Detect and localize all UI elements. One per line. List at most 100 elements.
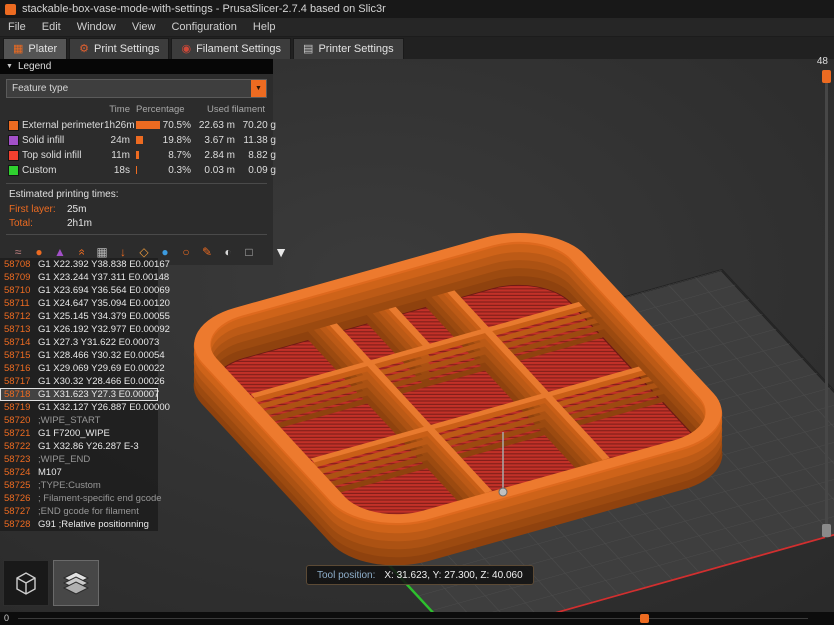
view-type-value: Feature type: [12, 83, 69, 94]
travel-icon[interactable]: ≈: [11, 245, 25, 259]
feature-filament-length: 2.84 m: [204, 150, 235, 161]
cube-icon[interactable]: □: [242, 245, 256, 259]
pause-print-icon[interactable]: ◇: [137, 245, 151, 259]
arrow-down-icon[interactable]: ▼: [273, 245, 289, 259]
legend-panel: Feature type ▼ Time Percentage Used fila…: [0, 74, 288, 265]
divider: [6, 183, 267, 184]
layer-slider-lower-handle[interactable]: [822, 524, 831, 537]
menu-item-window[interactable]: Window: [69, 18, 124, 36]
deretractions-icon[interactable]: ▲: [53, 245, 67, 259]
contrast-icon[interactable]: ◐: [221, 245, 235, 259]
gcode-line-text: G91 ;Relative positionning: [38, 519, 149, 530]
gcode-line[interactable]: 58711 G1 X24.647 Y35.094 E0.00120: [0, 297, 170, 310]
tab-print-settings[interactable]: ⚙ Print Settings: [69, 38, 170, 59]
move-slider-track[interactable]: [18, 618, 808, 619]
gcode-line-number: 58714: [4, 337, 31, 348]
gcode-line[interactable]: 58717 G1 X30.32 Y28.466 E0.00026: [0, 375, 165, 388]
editor-view-button[interactable]: [3, 560, 49, 606]
gcode-line-text: G1 X30.32 Y28.466 E0.00026: [38, 376, 165, 387]
gcode-line-text: G1 X28.466 Y30.32 E0.00054: [38, 350, 165, 361]
feature-name: External perimeter: [22, 120, 104, 131]
gcode-line-text: G1 X31.623 Y27.3 E0.00007: [38, 389, 160, 400]
gcode-line[interactable]: 58712 G1 X25.145 Y34.379 E0.00055: [0, 310, 170, 323]
gcode-line[interactable]: 58722 G1 X32.86 Y26.287 E-3: [0, 440, 158, 453]
chevron-down-icon: ▼: [255, 85, 262, 92]
feature-percentage-bar: [136, 166, 137, 175]
feature-name: Top solid infill: [22, 150, 82, 161]
seams-icon[interactable]: »: [74, 245, 88, 259]
menu-item-configuration[interactable]: Configuration: [163, 18, 244, 36]
collapse-triangle-icon: ▼: [6, 63, 13, 70]
custom-gcode-icon[interactable]: ●: [158, 245, 172, 259]
gcode-line-text: ;TYPE:Custom: [38, 480, 101, 491]
gcode-line[interactable]: 58725 ;TYPE:Custom: [0, 479, 158, 492]
gcode-line-number: 58726: [4, 493, 31, 504]
grid-icon[interactable]: ▦: [95, 245, 109, 259]
gcode-line-text: G1 X32.86 Y26.287 E-3: [38, 441, 139, 452]
gcode-line[interactable]: 58709 G1 X23.244 Y37.311 E0.00148: [0, 271, 169, 284]
feature-percentage-bar: [136, 151, 139, 160]
feature-filament-length: 3.67 m: [204, 135, 235, 146]
gcode-line[interactable]: 58720 ;WIPE_START: [0, 414, 158, 427]
gcode-line[interactable]: 58726 ; Filament-specific end gcode: [0, 492, 162, 505]
gcode-line[interactable]: 58713 G1 X26.192 Y32.977 E0.00092: [0, 323, 170, 336]
layer-slider-track[interactable]: [825, 72, 828, 538]
gcode-line[interactable]: 58723 ;WIPE_END: [0, 453, 158, 466]
gcode-line-number: 58723: [4, 454, 31, 465]
feature-filament-weight: 0.09 g: [248, 165, 276, 176]
view-type-dropdown[interactable]: Feature type ▼: [6, 79, 267, 98]
gcode-line[interactable]: 58724 M107: [0, 466, 158, 479]
gcode-line[interactable]: 58708 G1 X22.392 Y38.838 E0.00167: [0, 258, 170, 271]
feature-table-body: External perimeter 1h26m 70.5% 22.63 m 7…: [4, 118, 276, 178]
feature-color-swatch: [8, 120, 19, 131]
menu-item-file[interactable]: File: [0, 18, 34, 36]
view-toggle-buttons: [3, 560, 99, 606]
feature-time: 1h26m: [104, 120, 135, 131]
gcode-line-number: 58727: [4, 506, 31, 517]
retractions-icon[interactable]: ●: [32, 245, 46, 259]
gcode-line[interactable]: 58718 G1 X31.623 Y27.3 E0.00007: [0, 388, 160, 401]
gcode-line[interactable]: 58716 G1 X29.069 Y29.69 E0.00022: [0, 362, 165, 375]
feature-percentage-bar: [136, 136, 143, 145]
tab-icon: ◉: [181, 42, 192, 55]
gcode-line[interactable]: 58714 G1 X27.3 Y31.622 E0.00073: [0, 336, 160, 349]
gcode-line-number: 58720: [4, 415, 31, 426]
layers-view-icon: [62, 571, 90, 595]
dropdown-arrow-button[interactable]: ▼: [251, 80, 266, 97]
menu-item-edit[interactable]: Edit: [34, 18, 69, 36]
gcode-line[interactable]: 58710 G1 X23.694 Y36.564 E0.00069: [0, 284, 170, 297]
gcode-line-text: G1 X27.3 Y31.622 E0.00073: [38, 337, 160, 348]
gcode-line-number: 58725: [4, 480, 31, 491]
layer-slider-upper-handle[interactable]: [822, 70, 831, 83]
gcode-line-number: 58710: [4, 285, 31, 296]
gcode-line[interactable]: 58715 G1 X28.466 Y30.32 E0.00054: [0, 349, 165, 362]
gcode-line[interactable]: 58727 ;END gcode for filament: [0, 505, 158, 518]
tab-plater[interactable]: ▦ Plater: [3, 38, 68, 59]
gcode-line-text: G1 X29.069 Y29.69 E0.00022: [38, 363, 165, 374]
tab-filament-settings[interactable]: ◉ Filament Settings: [171, 38, 292, 59]
gcode-line-text: ;WIPE_END: [38, 454, 91, 465]
menu-item-help[interactable]: Help: [245, 18, 284, 36]
edit-icon[interactable]: ✎: [200, 245, 214, 259]
gcode-line-text: ; Filament-specific end gcode: [38, 493, 162, 504]
gcode-line[interactable]: 58719 G1 X32.127 Y26.887 E0.00000: [0, 401, 170, 414]
tab-icon: ▦: [13, 42, 24, 55]
gcode-line-number: 58728: [4, 519, 31, 530]
first-layer-row: First layer: 25m: [9, 204, 269, 215]
gcode-line[interactable]: 58721 G1 F7200_WIPE: [0, 427, 158, 440]
gcode-line-number: 58715: [4, 350, 31, 361]
color-change-icon[interactable]: ↓: [116, 245, 130, 259]
gcode-line-text: G1 X26.192 Y32.977 E0.00092: [38, 324, 170, 335]
gcode-line-number: 58721: [4, 428, 31, 439]
tab-printer-settings[interactable]: ▤ Printer Settings: [293, 38, 404, 59]
preview-view-button[interactable]: [53, 560, 99, 606]
gcode-line[interactable]: 58728 G91 ;Relative positionning: [0, 518, 158, 531]
feature-percentage: 19.8%: [162, 135, 191, 146]
menu-item-view[interactable]: View: [124, 18, 164, 36]
feature-filament-weight: 70.20 g: [242, 120, 276, 131]
shells-icon[interactable]: ○: [179, 245, 193, 259]
legend-header[interactable]: ▼ Legend: [0, 59, 273, 74]
feature-percentage: 0.3%: [168, 165, 191, 176]
move-slider-handle[interactable]: [640, 614, 649, 623]
feature-row: Solid infill 24m 19.8% 3.67 m 11.38 g: [4, 133, 276, 148]
